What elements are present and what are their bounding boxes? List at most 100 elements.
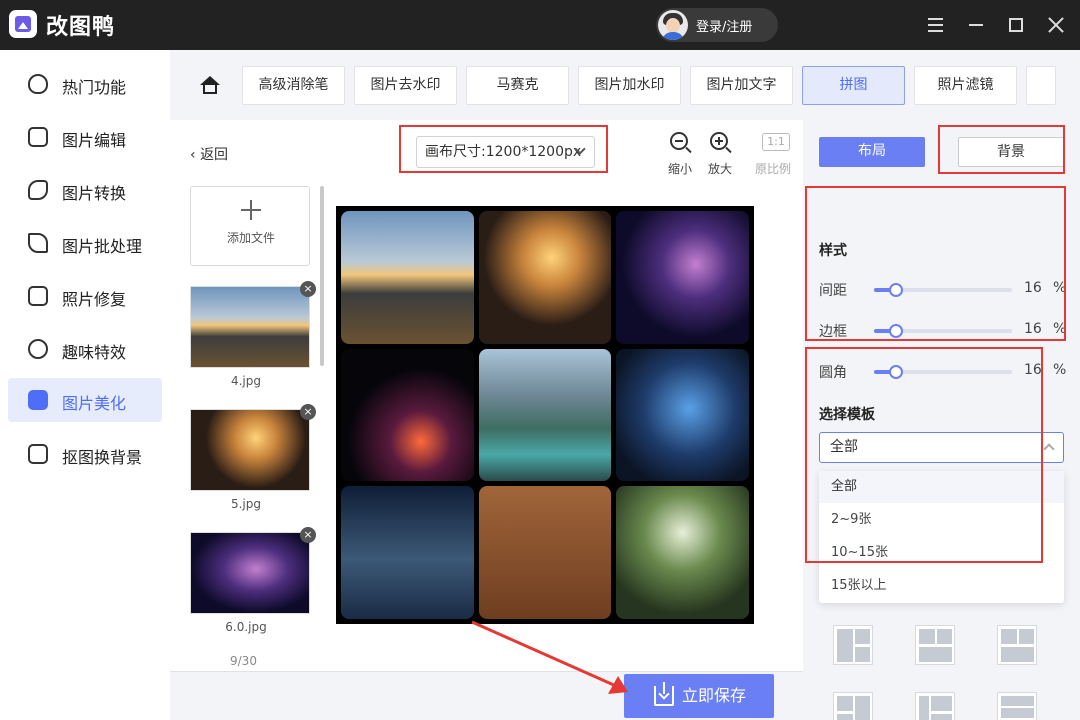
collage-canvas[interactable] bbox=[336, 206, 754, 624]
collage-tile[interactable] bbox=[341, 486, 474, 619]
collage-tile[interactable] bbox=[478, 211, 612, 344]
slider-label: 边框 bbox=[819, 324, 847, 340]
tool-add-text[interactable]: 图片加文字 bbox=[690, 66, 793, 105]
collage-tile[interactable] bbox=[341, 348, 474, 482]
slider-value: 16 bbox=[1024, 362, 1042, 378]
sidebar-item-effects[interactable]: 趣味特效 bbox=[8, 327, 162, 371]
minimize-icon[interactable] bbox=[967, 15, 987, 35]
slider-track[interactable] bbox=[874, 365, 1012, 379]
back-button[interactable]: ‹ 返回 bbox=[190, 144, 228, 164]
canvas-size-select[interactable]: 画布尺寸:1200*1200px bbox=[416, 136, 595, 168]
tool-filter[interactable]: 照片滤镜 bbox=[914, 66, 1017, 105]
dropdown-option-all[interactable]: 全部 bbox=[819, 471, 1064, 503]
sidebar-item-label: 图片转换 bbox=[62, 184, 127, 203]
slider-track[interactable] bbox=[874, 283, 1012, 297]
delete-icon[interactable]: × bbox=[300, 404, 316, 420]
beautify-icon bbox=[28, 390, 48, 410]
slider-value: 16 bbox=[1024, 280, 1042, 296]
slider-handle[interactable] bbox=[889, 324, 904, 338]
layout-template-icon[interactable] bbox=[915, 692, 955, 720]
collage-tile[interactable] bbox=[341, 211, 474, 344]
sidebar-item-beautify[interactable]: 图片美化 bbox=[8, 378, 162, 422]
tool-mosaic[interactable]: 马赛克 bbox=[466, 66, 569, 105]
slider-track[interactable] bbox=[874, 324, 1012, 338]
maximize-icon[interactable] bbox=[1006, 15, 1026, 35]
layout-template-icon[interactable] bbox=[997, 625, 1037, 665]
add-file-label: 添加文件 bbox=[226, 231, 275, 245]
zoom-in-button[interactable]: 放大 bbox=[700, 130, 740, 180]
download-icon bbox=[654, 682, 674, 706]
main-area: 高级消除笔 图片去水印 马赛克 图片加水印 图片加文字 拼图 照片滤镜 ‹ 返回… bbox=[170, 50, 1080, 720]
footer-bar: 立即保存 bbox=[170, 671, 803, 720]
zoom-in-label: 放大 bbox=[707, 162, 732, 176]
dropdown-option-10-15[interactable]: 10~15张 bbox=[819, 537, 1064, 569]
chevron-left-icon: ‹ bbox=[190, 147, 196, 163]
collage-tile[interactable] bbox=[616, 211, 749, 344]
radius-slider[interactable]: 圆角 16 % bbox=[819, 360, 1067, 382]
template-select[interactable]: 全部 bbox=[819, 432, 1064, 463]
chevron-up-icon bbox=[1043, 443, 1055, 455]
style-title: 样式 bbox=[819, 243, 847, 259]
file-name: 4.jpg bbox=[230, 374, 262, 388]
sidebar-item-cutout[interactable]: 抠图换背景 bbox=[8, 432, 162, 476]
ratio-label: 原比例 bbox=[754, 162, 791, 176]
sidebar-item-convert[interactable]: 图片转换 bbox=[8, 168, 162, 212]
add-file-button[interactable]: 添加文件 bbox=[190, 186, 310, 266]
flame-icon bbox=[28, 74, 48, 94]
thumbnail bbox=[190, 532, 310, 614]
delete-icon[interactable]: × bbox=[300, 281, 316, 297]
page-count: 9/30 bbox=[230, 654, 257, 668]
file-name: 5.jpg bbox=[230, 497, 262, 511]
magic-icon bbox=[28, 339, 48, 359]
file-list-scrollbar[interactable] bbox=[320, 186, 324, 366]
slider-handle[interactable] bbox=[889, 365, 904, 379]
close-icon[interactable] bbox=[1046, 15, 1066, 35]
layout-template-icon[interactable] bbox=[833, 625, 873, 665]
tool-collage[interactable]: 拼图 bbox=[802, 66, 905, 105]
original-ratio-button[interactable]: 1:1 原比例 bbox=[750, 130, 796, 180]
tool-add-watermark[interactable]: 图片加水印 bbox=[578, 66, 681, 105]
tab-background[interactable]: 背景 bbox=[958, 137, 1064, 167]
tool-more[interactable] bbox=[1026, 66, 1056, 105]
layout-template-icon[interactable] bbox=[997, 692, 1037, 720]
avatar bbox=[658, 10, 688, 40]
sidebar-item-label: 图片批处理 bbox=[62, 237, 143, 256]
collage-tile[interactable] bbox=[616, 486, 749, 619]
slider-unit: % bbox=[1053, 362, 1067, 378]
sidebar-item-label: 图片美化 bbox=[62, 394, 127, 413]
collage-tile[interactable] bbox=[478, 486, 612, 619]
tab-layout[interactable]: 布局 bbox=[819, 137, 925, 167]
slider-unit: % bbox=[1053, 321, 1067, 337]
login-button[interactable]: 登录/注册 bbox=[656, 8, 778, 42]
dropdown-option-15-plus[interactable]: 15张以上 bbox=[819, 570, 1064, 602]
zoom-out-label: 缩小 bbox=[667, 162, 692, 176]
tool-remove-watermark[interactable]: 图片去水印 bbox=[354, 66, 457, 105]
convert-icon bbox=[28, 180, 48, 200]
template-selected-value: 全部 bbox=[830, 439, 858, 455]
delete-icon[interactable]: × bbox=[300, 527, 316, 543]
layout-template-icon[interactable] bbox=[915, 625, 955, 665]
home-icon[interactable] bbox=[192, 68, 228, 102]
collage-tile[interactable] bbox=[616, 348, 749, 482]
zoom-out-button[interactable]: 缩小 bbox=[660, 130, 700, 180]
thumbnail bbox=[190, 286, 310, 368]
sidebar-item-repair[interactable]: 照片修复 bbox=[8, 274, 162, 318]
sidebar-item-image-edit[interactable]: 图片编辑 bbox=[8, 115, 162, 159]
sidebar-item-hot[interactable]: 热门功能 bbox=[8, 62, 162, 106]
border-slider[interactable]: 边框 16 % bbox=[819, 319, 1067, 341]
slider-handle[interactable] bbox=[889, 283, 904, 297]
dropdown-option-2-9[interactable]: 2~9张 bbox=[819, 504, 1064, 536]
sidebar-item-label: 趣味特效 bbox=[62, 343, 127, 362]
menu-icon[interactable] bbox=[926, 15, 946, 35]
spacing-slider[interactable]: 间距 16 % bbox=[819, 278, 1067, 300]
slider-unit: % bbox=[1053, 280, 1067, 296]
collage-tile[interactable] bbox=[478, 348, 612, 482]
image-edit-icon bbox=[28, 127, 48, 147]
sidebar-item-batch[interactable]: 图片批处理 bbox=[8, 221, 162, 265]
slider-value: 16 bbox=[1024, 321, 1042, 337]
sidebar-item-label: 抠图换背景 bbox=[62, 448, 143, 467]
workspace: ‹ 返回 画布尺寸:1200*1200px 缩小 放大 1:1 原比例 添加文件 bbox=[170, 120, 803, 671]
layout-template-icon[interactable] bbox=[833, 692, 873, 720]
tool-eraser[interactable]: 高级消除笔 bbox=[242, 66, 345, 105]
save-button[interactable]: 立即保存 bbox=[624, 674, 774, 718]
